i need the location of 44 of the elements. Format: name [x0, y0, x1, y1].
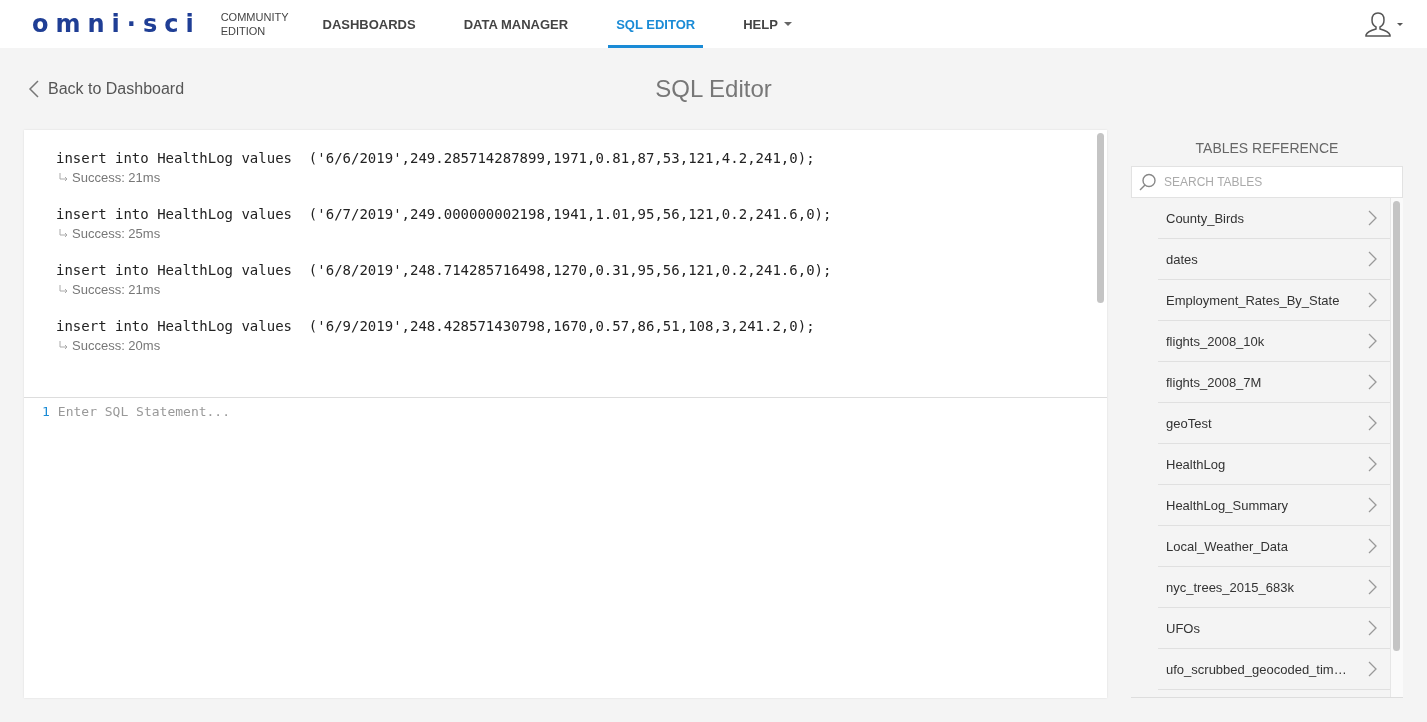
sql-statement: insert into HealthLog values ('6/6/2019',249.285714287899,1971,0.81,87,53,121,4.2,241,0);	[56, 150, 816, 166]
edition-label: COMMUNITY	[220, 10, 289, 24]
back-link[interactable]: Back to Dashboard	[28, 80, 185, 98]
user-icon	[1365, 11, 1403, 37]
return-arrow-icon	[58, 284, 68, 295]
status-text: Success: 25ms	[72, 226, 161, 241]
return-arrow-icon	[58, 172, 68, 183]
page-title: SQL Editor	[655, 75, 772, 103]
sql-input-field[interactable]: Enter SQL Statement...	[57, 404, 1107, 419]
chevron-right-icon	[1368, 456, 1378, 472]
nav-tab[interactable]: DASHBOARDS	[314, 0, 424, 48]
logo-text[interactable]: omni·sci	[32, 10, 201, 38]
chevron-right-icon	[1368, 251, 1378, 267]
nav-tab[interactable]: HELP	[735, 0, 800, 48]
search-icon	[1139, 173, 1157, 191]
chevron-right-icon	[1368, 579, 1378, 595]
chevron-right-icon	[1368, 210, 1378, 226]
chevron-right-icon	[1368, 538, 1378, 554]
nav-tab[interactable]: SQL EDITOR	[608, 0, 704, 48]
chevron-right-icon	[1368, 333, 1378, 349]
sql-statement: insert into HealthLog values ('6/8/2019',248.714285716498,1270,0.31,95,56,121,0.2,241.6,0);	[56, 262, 833, 278]
nav-tab[interactable]: DATA MANAGER	[455, 0, 577, 48]
return-arrow-icon	[58, 340, 68, 351]
status-text: Success: 20ms	[72, 338, 161, 353]
scrollbar-thumb[interactable]	[1393, 201, 1400, 651]
search-field[interactable]: SEARCH TABLES	[1131, 166, 1403, 198]
chevron-right-icon	[1368, 620, 1378, 636]
chevron-left-icon	[28, 80, 40, 98]
chevron-right-icon	[1368, 292, 1378, 308]
chevron-right-icon	[1368, 374, 1378, 390]
status-text: Success: 21ms	[72, 170, 161, 185]
chevron-right-icon	[1368, 661, 1378, 677]
chevron-right-icon	[1368, 497, 1378, 513]
return-arrow-icon	[58, 228, 68, 239]
panel-heading: TABLES REFERENCE	[1194, 140, 1340, 156]
scrollbar-thumb[interactable]	[1097, 133, 1104, 303]
caret-icon	[783, 22, 792, 26]
status-text: Success: 21ms	[72, 282, 161, 297]
line-number: 1	[42, 404, 50, 419]
user-menu-button[interactable]	[1365, 11, 1403, 37]
edition-label: EDITION	[220, 24, 267, 38]
sql-statement: insert into HealthLog values ('6/9/2019',248.428571430798,1670,0.57,86,51,108,3,241.2,0);	[56, 318, 816, 334]
sql-statement: insert into HealthLog values ('6/7/2019',249.000000002198,1941,1.01,95,56,121,0.2,241.6,0);	[56, 206, 833, 222]
chevron-right-icon	[1368, 415, 1378, 431]
